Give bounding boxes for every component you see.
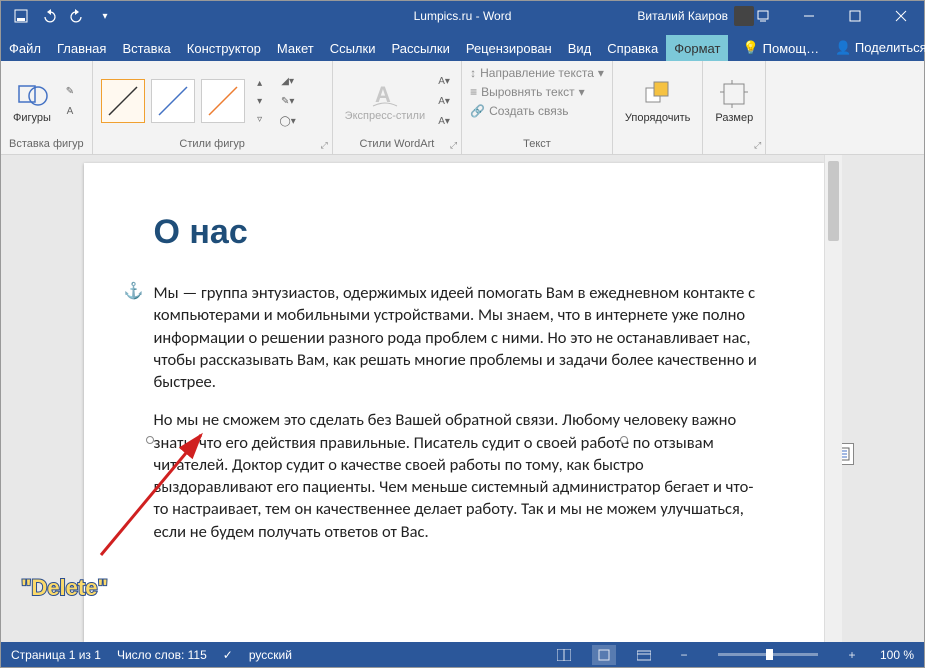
style-more[interactable]: ▿ [251, 110, 269, 128]
undo-button[interactable] [37, 4, 61, 28]
link-icon: 🔗 [470, 104, 485, 118]
wordart-styles-button[interactable]: A Экспресс-стили [341, 78, 429, 124]
titlebar: ▾ Lumpics.ru - Word Виталий Каиров [1, 1, 924, 31]
status-bar: Страница 1 из 1 Число слов: 115 ✓ русски… [1, 642, 924, 667]
size-label: Размер [715, 112, 753, 124]
tab-layout[interactable]: Макет [269, 35, 322, 61]
shapes-button[interactable]: Фигуры [9, 76, 55, 126]
zoom-slider[interactable] [718, 653, 818, 656]
tab-home[interactable]: Главная [49, 35, 114, 61]
page-heading: О нас [154, 213, 764, 252]
align-text-button[interactable]: ≡Выровнять текст ▾ [470, 84, 585, 100]
tab-insert[interactable]: Вставка [114, 35, 178, 61]
shape-fill-button[interactable]: ◢▾ [279, 72, 297, 90]
shapes-label: Фигуры [13, 112, 51, 124]
share-icon: 👤 [835, 40, 851, 55]
style-row-down[interactable]: ▾ [251, 92, 269, 110]
shape-handle-end[interactable] [620, 436, 628, 444]
maximize-button[interactable] [832, 1, 878, 31]
group-wordart: A Экспресс-стили A▾ A▾ A▾ Стили WordArt … [333, 61, 462, 154]
proofing-icon[interactable]: ✓ [223, 648, 233, 662]
redo-button[interactable] [65, 4, 89, 28]
align-icon: ≡ [470, 85, 477, 99]
tell-me[interactable]: 💡 Помощ… [734, 34, 827, 61]
word-count[interactable]: Число слов: 115 [117, 648, 207, 662]
shape-style-2[interactable] [151, 79, 195, 123]
avatar[interactable] [734, 6, 754, 26]
ribbon-tabs: Файл Главная Вставка Конструктор Макет С… [1, 31, 924, 61]
page[interactable]: ⚓ О нас Мы — группа энтузиастов, одержим… [84, 163, 824, 642]
text-effects-button[interactable]: A▾ [435, 112, 453, 130]
tab-format[interactable]: Формат [666, 35, 728, 61]
text-outline-button[interactable]: A▾ [435, 92, 453, 110]
tab-references[interactable]: Ссылки [322, 35, 384, 61]
text-box-button[interactable]: A [61, 102, 79, 120]
lightbulb-icon: 💡 [742, 40, 758, 56]
close-button[interactable] [878, 1, 924, 31]
tab-design[interactable]: Конструктор [179, 35, 269, 61]
anchor-icon: ⚓ [124, 281, 144, 301]
document-area: ⚓ О нас Мы — группа энтузиастов, одержим… [1, 155, 924, 642]
shape-style-3[interactable] [201, 79, 245, 123]
delete-annotation: "Delete" [21, 575, 108, 601]
zoom-out-button[interactable]: − [672, 645, 696, 665]
tab-view[interactable]: Вид [560, 35, 600, 61]
group-size: Размер ⤢ [703, 61, 766, 154]
shape-style-1[interactable] [101, 79, 145, 123]
create-link-button[interactable]: 🔗Создать связь [470, 103, 568, 119]
group-label: Стили фигур [101, 137, 324, 152]
word-window: ▾ Lumpics.ru - Word Виталий Каиров Файл … [0, 0, 925, 668]
tab-review[interactable]: Рецензирован [458, 35, 560, 61]
scroll-thumb[interactable] [828, 161, 839, 241]
text-fill-button[interactable]: A▾ [435, 72, 453, 90]
style-row-up[interactable]: ▴ [251, 74, 269, 92]
arrange-button[interactable]: Упорядочить [621, 76, 694, 126]
share-label: Поделиться [855, 40, 925, 55]
wordart-launcher[interactable]: ⤢ [450, 140, 457, 151]
group-insert-shapes: Фигуры ✎ A Вставка фигур [1, 61, 93, 154]
view-read-mode[interactable] [552, 645, 576, 665]
shape-effects-button[interactable]: ◯▾ [279, 112, 297, 130]
group-label: Стили WordArt [341, 137, 453, 152]
direction-icon: ↕ [470, 66, 476, 80]
edit-shape-button[interactable]: ✎ [61, 82, 79, 100]
tell-me-label: Помощ… [763, 41, 819, 56]
language-indicator[interactable]: русский [249, 648, 292, 662]
paragraph-2: Но мы не сможем это сделать без Вашей об… [154, 409, 764, 543]
user-name[interactable]: Виталий Каиров [637, 9, 728, 23]
size-launcher[interactable]: ⤢ [754, 140, 761, 151]
tab-file[interactable]: Файл [1, 35, 49, 61]
autosave-icon[interactable] [9, 4, 33, 28]
group-text: ↕Направление текста ▾ ≡Выровнять текст ▾… [462, 61, 613, 154]
page-indicator[interactable]: Страница 1 из 1 [11, 648, 101, 662]
group-label: Текст [470, 137, 604, 152]
arrange-label: Упорядочить [625, 112, 690, 124]
zoom-level[interactable]: 100 % [880, 648, 914, 662]
shape-handle-start[interactable] [146, 436, 154, 444]
size-button[interactable]: Размер [711, 76, 757, 126]
tab-help[interactable]: Справка [599, 35, 666, 61]
share-button[interactable]: 👤 Поделиться [827, 34, 925, 61]
group-label: Вставка фигур [9, 137, 84, 152]
text-direction-button[interactable]: ↕Направление текста ▾ [470, 65, 604, 81]
view-web-layout[interactable] [632, 645, 656, 665]
group-shape-styles: ▴ ▾ ▿ ◢▾ ✎▾ ◯▾ Стили фигур ⤢ [93, 61, 333, 154]
shape-outline-button[interactable]: ✎▾ [279, 92, 297, 110]
ribbon: Фигуры ✎ A Вставка фигур ▴ ▾ ▿ [1, 61, 924, 155]
window-title: Lumpics.ru - Word [414, 9, 512, 23]
qat-customize[interactable]: ▾ [93, 4, 117, 28]
minimize-button[interactable] [786, 1, 832, 31]
view-print-layout[interactable] [592, 645, 616, 665]
group-arrange: Упорядочить [613, 61, 703, 154]
wordart-label: Экспресс-стили [345, 110, 425, 122]
zoom-in-button[interactable]: + [840, 645, 864, 665]
vertical-scrollbar[interactable] [824, 155, 842, 642]
shape-styles-launcher[interactable]: ⤢ [320, 140, 327, 151]
tab-mailings[interactable]: Рассылки [383, 35, 457, 61]
paragraph-1: Мы — группа энтузиастов, одержимых идеей… [154, 282, 764, 393]
